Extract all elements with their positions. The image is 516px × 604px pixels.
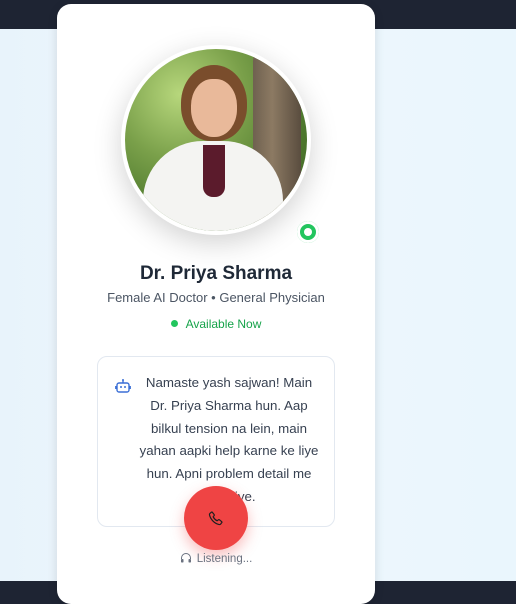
call-status-label: Listening... [196,553,253,565]
call-status: Listening... [57,552,375,565]
robot-icon [115,379,131,393]
avatar-frame [121,45,311,235]
headphones-icon [180,553,191,563]
availability-label: Available Now [185,317,262,331]
doctor-subtitle: Female AI Doctor • General Physician [107,290,325,305]
avatar-shirt [203,145,225,197]
doctor-name: Dr. Priya Sharma [139,263,293,284]
end-call-button[interactable] [184,486,248,550]
doctor-avatar [125,49,307,231]
phone-icon [208,511,223,526]
avatar-face [191,79,237,137]
availability-status: Available Now [57,317,375,331]
online-status-icon [297,221,319,243]
available-dot-icon [170,320,178,327]
